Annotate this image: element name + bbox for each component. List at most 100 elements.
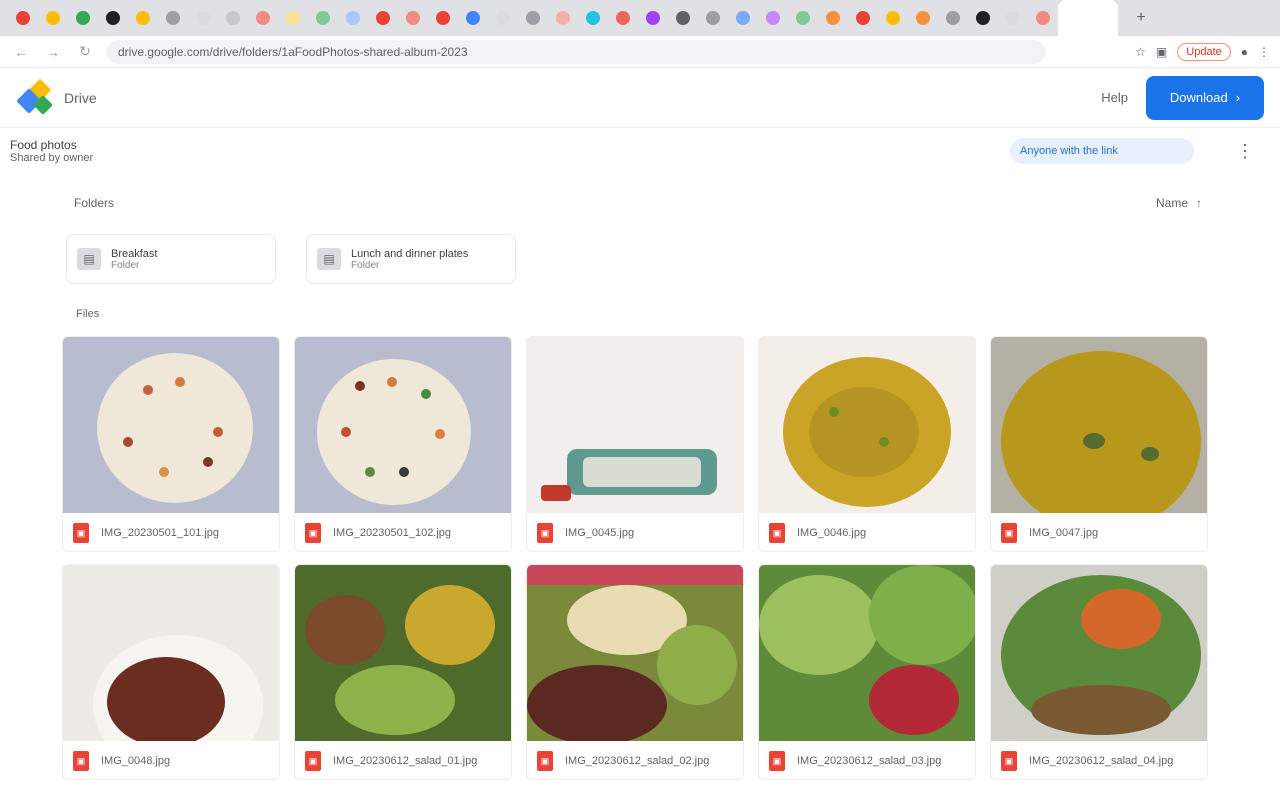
file-card[interactable]: ▣ IMG_20230501_101.jpg <box>62 336 280 552</box>
active-browser-tab[interactable] <box>1058 0 1118 36</box>
reload-icon[interactable]: ↻ <box>74 43 96 60</box>
browser-tab[interactable] <box>368 0 398 36</box>
folder-item[interactable]: ▤ Lunch and dinner plates Folder <box>306 234 516 284</box>
browser-tab[interactable] <box>188 0 218 36</box>
file-card[interactable]: ▣ IMG_0045.jpg <box>526 336 744 552</box>
browser-tab[interactable] <box>458 0 488 36</box>
photo-thumbnail <box>759 337 975 513</box>
image-file-icon: ▣ <box>73 523 89 543</box>
file-card[interactable]: ▣ IMG_0048.jpg <box>62 564 280 780</box>
tab-favicon-icon <box>346 11 360 25</box>
folders-heading: Folders <box>74 196 115 210</box>
file-name: IMG_20230612_salad_01.jpg <box>333 755 478 767</box>
tab-favicon-icon <box>16 11 30 25</box>
browser-tab[interactable] <box>878 0 908 36</box>
menu-icon[interactable]: ⋮ <box>1258 45 1270 59</box>
browser-tab[interactable] <box>218 0 248 36</box>
browser-tab[interactable] <box>158 0 188 36</box>
file-card[interactable]: ▣ IMG_20230501_102.jpg <box>294 336 512 552</box>
browser-tab[interactable] <box>698 0 728 36</box>
url-text: drive.google.com/drive/folders/1aFoodPho… <box>118 44 468 59</box>
tab-favicon-icon <box>796 11 810 25</box>
download-button[interactable]: Download › <box>1146 75 1264 120</box>
chevron-right-icon: › <box>1235 90 1241 105</box>
file-grid: ▣ IMG_20230501_101.jpg ▣ IMG_20230501_10… <box>62 336 1212 780</box>
album-title: Food photos <box>10 138 77 152</box>
update-badge[interactable]: Update <box>1177 42 1231 61</box>
browser-tab[interactable] <box>278 0 308 36</box>
tab-favicon-icon <box>466 11 480 25</box>
folder-meta: Folder <box>111 259 140 271</box>
browser-tab[interactable] <box>578 0 608 36</box>
browser-tab[interactable] <box>38 0 68 36</box>
tab-favicon-icon <box>136 11 150 25</box>
image-file-icon: ▣ <box>305 523 321 543</box>
browser-tab[interactable] <box>938 0 968 36</box>
browser-tab[interactable] <box>128 0 158 36</box>
browser-toolbar: ← → ↻ drive.google.com/drive/folders/1aF… <box>0 36 1280 68</box>
browser-tab[interactable] <box>1028 0 1058 36</box>
sort-label: Name <box>1155 196 1188 210</box>
file-card[interactable]: ▣ IMG_20230612_salad_02.jpg <box>526 564 744 780</box>
drive-logo-icon[interactable] <box>16 78 56 118</box>
share-link-field[interactable]: Anyone with the link <box>1010 138 1194 164</box>
browser-tab[interactable] <box>968 0 998 36</box>
browser-tab[interactable] <box>308 0 338 36</box>
browser-tab[interactable] <box>98 0 128 36</box>
folder-name: Lunch and dinner plates <box>351 247 469 260</box>
browser-tab[interactable] <box>788 0 818 36</box>
extensions-icon[interactable]: ▣ <box>1156 45 1167 59</box>
browser-tab[interactable] <box>338 0 368 36</box>
browser-tab[interactable] <box>608 0 638 36</box>
file-name: IMG_20230612_salad_03.jpg <box>797 755 942 767</box>
tab-favicon-icon <box>436 11 450 25</box>
browser-tab[interactable] <box>398 0 428 36</box>
tab-favicon-icon <box>886 11 900 25</box>
file-card[interactable]: ▣ IMG_0047.jpg <box>990 336 1208 552</box>
file-card[interactable]: ▣ IMG_20230612_salad_03.jpg <box>758 564 976 780</box>
tab-favicon-icon <box>556 11 570 25</box>
browser-tab[interactable] <box>248 0 278 36</box>
file-card[interactable]: ▣ IMG_20230612_salad_04.jpg <box>990 564 1208 780</box>
tab-favicon-icon <box>706 11 720 25</box>
browser-tab[interactable] <box>638 0 668 36</box>
browser-tab[interactable] <box>818 0 848 36</box>
address-bar[interactable]: drive.google.com/drive/folders/1aFoodPho… <box>106 39 1046 64</box>
new-tab-button[interactable]: + <box>1126 9 1156 27</box>
browser-tab[interactable] <box>488 0 518 36</box>
browser-tab[interactable] <box>908 0 938 36</box>
help-link[interactable]: Help <box>1101 90 1128 105</box>
more-options-icon[interactable]: ⋮ <box>1230 141 1260 162</box>
browser-tab[interactable] <box>428 0 458 36</box>
tab-favicon-icon <box>496 11 510 25</box>
browser-tab[interactable] <box>8 0 38 36</box>
browser-tab[interactable] <box>518 0 548 36</box>
browser-tab[interactable] <box>548 0 578 36</box>
forward-icon[interactable]: → <box>42 44 64 60</box>
browser-tab[interactable] <box>758 0 788 36</box>
back-icon[interactable]: ← <box>10 44 32 60</box>
tab-favicon-icon <box>256 11 270 25</box>
tab-favicon-icon <box>766 11 780 25</box>
folder-item[interactable]: ▤ Breakfast Folder <box>66 234 276 284</box>
file-card[interactable]: ▣ IMG_20230612_salad_01.jpg <box>294 564 512 780</box>
browser-tab[interactable] <box>728 0 758 36</box>
browser-tab[interactable] <box>848 0 878 36</box>
image-file-icon: ▣ <box>1001 523 1017 543</box>
tab-favicon-icon <box>406 11 420 25</box>
browser-tab[interactable] <box>998 0 1028 36</box>
tab-favicon-icon <box>1036 11 1050 25</box>
sort-control[interactable]: Name ↑ <box>1156 196 1202 210</box>
star-icon[interactable]: ☆ <box>1135 45 1146 59</box>
album-bar: Food photos Shared by owner Anyone with … <box>0 128 1280 174</box>
sort-arrow-icon: ↑ <box>1196 196 1202 210</box>
profile-icon[interactable]: ● <box>1241 45 1248 59</box>
file-card[interactable]: ▣ IMG_0046.jpg <box>758 336 976 552</box>
file-name: IMG_20230612_salad_04.jpg <box>1029 755 1174 767</box>
file-name: IMG_20230501_101.jpg <box>101 527 220 539</box>
image-file-icon: ▣ <box>305 751 321 771</box>
tab-favicon-icon <box>526 11 540 25</box>
browser-tab[interactable] <box>68 0 98 36</box>
browser-tab[interactable] <box>668 0 698 36</box>
tab-favicon-icon <box>586 11 600 25</box>
